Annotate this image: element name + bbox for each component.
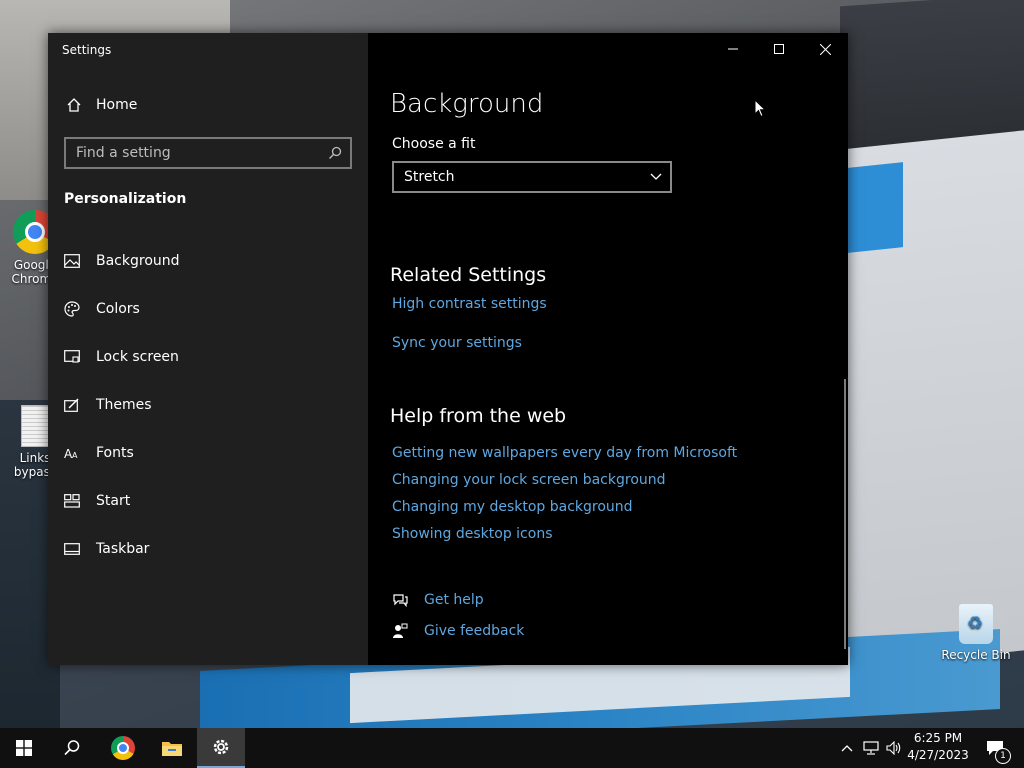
settings-window: Settings Home Find a setting Personaliza… [48, 33, 848, 665]
chevron-up-icon [841, 745, 853, 752]
windows-logo-icon [16, 740, 32, 756]
home-label: Home [96, 97, 138, 113]
section-title: Personalization [64, 191, 187, 207]
tray-overflow[interactable] [838, 728, 856, 768]
search-icon [64, 740, 80, 756]
sidebar-item-taskbar[interactable]: Taskbar [48, 525, 368, 573]
clock-date: 4/27/2023 [907, 748, 969, 762]
search-icon [329, 146, 342, 159]
chrome-icon [111, 736, 135, 760]
folder-icon [162, 742, 182, 756]
page-title: Background [390, 89, 544, 119]
sidebar-item-lock-screen[interactable]: Lock screen [48, 333, 368, 381]
close-icon [819, 43, 831, 55]
fit-dropdown[interactable]: Stretch [392, 161, 672, 193]
link-new-wallpapers[interactable]: Getting new wallpapers every day from Mi… [392, 445, 737, 461]
svg-text:A: A [72, 451, 78, 460]
search-button[interactable] [48, 728, 96, 768]
help-chat-icon [393, 594, 408, 608]
action-center-button[interactable]: 1 [980, 728, 1011, 768]
picture-icon [64, 254, 80, 268]
start-icon [64, 494, 80, 508]
sidebar-item-background[interactable]: Background [48, 237, 368, 285]
give-feedback-link[interactable]: Give feedback [392, 623, 524, 639]
fit-value: Stretch [404, 169, 455, 185]
link-high-contrast[interactable]: High contrast settings [392, 296, 547, 312]
link-lock-screen-background[interactable]: Changing your lock screen background [392, 472, 666, 488]
font-icon: AA [64, 447, 78, 460]
gear-icon [213, 739, 229, 755]
sidebar-item-label: Fonts [96, 445, 134, 461]
maximize-button[interactable] [756, 33, 802, 65]
taskbar-chrome[interactable] [99, 728, 147, 768]
maximize-icon [774, 44, 784, 54]
sidebar-item-label: Taskbar [96, 541, 150, 557]
search-input[interactable]: Find a setting [64, 137, 352, 169]
scrollbar[interactable] [844, 379, 846, 649]
close-button[interactable] [802, 33, 848, 65]
network-icon [863, 741, 879, 755]
themes-icon [64, 398, 79, 412]
sidebar-item-themes[interactable]: Themes [48, 381, 368, 429]
get-help-link[interactable]: Get help [392, 592, 484, 608]
sidebar-item-label: Themes [96, 397, 152, 413]
document-icon [21, 405, 49, 447]
palette-icon [64, 301, 80, 317]
fit-label: Choose a fit [392, 136, 476, 152]
taskbar-file-explorer[interactable] [148, 728, 196, 768]
sidebar-item-label: Colors [96, 301, 140, 317]
mouse-cursor-icon [754, 99, 766, 118]
sidebar: Settings Home Find a setting Personaliza… [48, 33, 368, 665]
minimize-icon [728, 48, 738, 50]
window-title: Settings [62, 43, 112, 57]
taskbar-settings[interactable] [197, 728, 245, 768]
link-sync-settings[interactable]: Sync your settings [392, 335, 522, 351]
taskbar: 6:25 PM 4/27/2023 1 [0, 728, 1024, 768]
link-desktop-background[interactable]: Changing my desktop background [392, 499, 633, 515]
sidebar-home[interactable]: Home [66, 97, 137, 113]
feedback-icon [393, 623, 408, 638]
link-desktop-icons[interactable]: Showing desktop icons [392, 526, 553, 542]
chevron-down-icon [650, 173, 662, 180]
sidebar-item-label: Background [96, 253, 180, 269]
recycle-bin-icon [959, 604, 993, 644]
get-help-label: Get help [424, 592, 484, 608]
minimize-button[interactable] [710, 33, 756, 65]
give-feedback-label: Give feedback [424, 623, 525, 639]
sidebar-item-start[interactable]: Start [48, 477, 368, 525]
tray-network[interactable] [860, 728, 882, 768]
taskbar-clock[interactable]: 6:25 PM 4/27/2023 [900, 730, 976, 764]
desktop-icon-recycle-bin[interactable]: Recycle Bin [940, 604, 1012, 662]
sidebar-item-fonts[interactable]: AA Fonts [48, 429, 368, 477]
sidebar-nav: Background Colors Lock screen Themes AA … [48, 237, 368, 573]
clock-time: 6:25 PM [913, 731, 963, 745]
desktop-icon-label: Recycle Bin [941, 648, 1011, 662]
related-settings-heading: Related Settings [390, 264, 547, 286]
search-placeholder: Find a setting [76, 145, 171, 161]
sidebar-item-label: Start [96, 493, 131, 509]
notification-badge: 1 [995, 748, 1011, 764]
sidebar-item-label: Lock screen [96, 349, 179, 365]
taskbar-icon [64, 543, 80, 555]
lock-screen-icon [64, 350, 80, 363]
home-icon [67, 98, 81, 112]
sidebar-item-colors[interactable]: Colors [48, 285, 368, 333]
help-heading: Help from the web [390, 405, 567, 427]
start-button[interactable] [0, 728, 48, 768]
